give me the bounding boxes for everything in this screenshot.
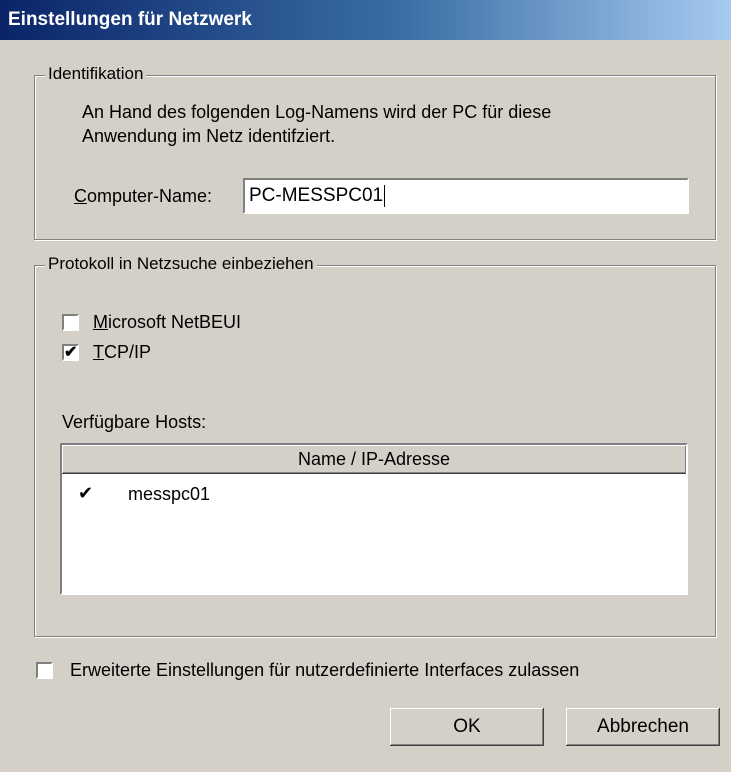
dialog-window: Einstellungen für Netzwerk Identifikatio… (0, 0, 731, 772)
hosts-list[interactable]: Name / IP-Adresse ✔ messpc01 (60, 443, 688, 595)
host-check-icon[interactable]: ✔ (78, 483, 93, 504)
protocol-legend: Protokoll in Netzsuche einbeziehen (45, 254, 317, 274)
hosts-column-header[interactable]: Name / IP-Adresse (62, 445, 686, 474)
identification-description-line1: An Hand des folgenden Log-Namens wird de… (82, 102, 552, 122)
available-hosts-label: Verfügbare Hosts: (62, 412, 207, 432)
netbeui-label[interactable]: Microsoft NetBEUI (93, 310, 241, 334)
computer-name-label-rest: omputer-Name: (87, 186, 213, 206)
cancel-button[interactable]: Abbrechen (566, 708, 720, 746)
computer-name-mnemonic: C (74, 186, 87, 206)
hosts-column-label: Name / IP-Adresse (297, 448, 451, 469)
netbeui-label-rest: icrosoft NetBEUI (108, 312, 242, 332)
cancel-button-label: Abbrechen (597, 716, 689, 737)
tcpip-label-rest: CP/IP (104, 342, 152, 362)
ok-button-label: OK (453, 716, 481, 737)
identification-legend: Identifikation (45, 64, 147, 84)
title-bar[interactable]: Einstellungen für Netzwerk (0, 0, 731, 40)
identification-description-line2: Anwendung im Netz identifziert. (82, 126, 336, 146)
computer-name-input[interactable]: PC-MESSPC01 (243, 178, 689, 214)
tcpip-label[interactable]: TCP/IP (93, 340, 151, 364)
advanced-settings-checkbox[interactable] (36, 662, 53, 679)
window-title: Einstellungen für Netzwerk (8, 9, 252, 30)
netbeui-mnemonic: M (93, 312, 108, 332)
host-name: messpc01 (128, 484, 211, 504)
tcpip-mnemonic: T (93, 342, 104, 362)
netbeui-checkbox[interactable] (62, 314, 79, 331)
advanced-settings-label[interactable]: Erweiterte Einstellungen für nutzerdefin… (70, 658, 579, 682)
tcpip-check-mark-icon: ✔ (64, 344, 78, 361)
computer-name-label: Computer-Name: (74, 184, 212, 208)
list-item[interactable]: ✔ messpc01 (62, 483, 686, 509)
ok-button[interactable]: OK (390, 708, 544, 746)
text-caret (384, 185, 386, 207)
computer-name-value: PC-MESSPC01 (249, 185, 384, 206)
tcpip-checkbox[interactable]: ✔ (62, 344, 79, 361)
